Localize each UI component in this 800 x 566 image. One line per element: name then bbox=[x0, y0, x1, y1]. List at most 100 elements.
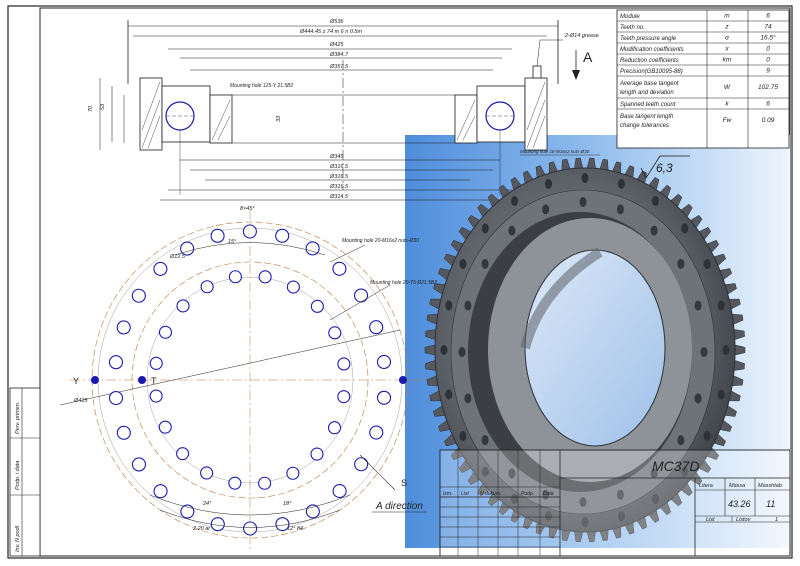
inner-hole bbox=[286, 466, 300, 480]
svg-text:15°: 15° bbox=[228, 239, 237, 245]
ring-hole-outer bbox=[717, 300, 725, 311]
param-value: 6 bbox=[766, 13, 770, 20]
point-s-label: S bbox=[401, 478, 407, 488]
sheets-count: 1 bbox=[775, 517, 778, 523]
col-header-litera: Litera bbox=[699, 483, 713, 489]
svg-text:8×45°: 8×45° bbox=[240, 206, 255, 212]
inner-hole bbox=[149, 356, 163, 370]
ring-hole-outer bbox=[617, 178, 625, 189]
param-name: Reduction coefficients bbox=[620, 58, 679, 64]
point-t-label: T bbox=[151, 376, 157, 386]
outer-hole bbox=[153, 484, 168, 499]
param-symbol: W bbox=[724, 84, 731, 91]
outer-hole bbox=[116, 320, 131, 335]
ring-hole-inner bbox=[694, 393, 702, 404]
outer-hole bbox=[354, 457, 369, 472]
param-symbol: α bbox=[725, 35, 729, 42]
ring-hole-outer bbox=[481, 223, 489, 234]
drawing-sheet: Ø536 Ø444.45 z 74 m 6 n 0.5m Ø425 Ø384.7… bbox=[7, 5, 793, 559]
point-t-marker bbox=[138, 376, 146, 384]
point-y-label: Y bbox=[73, 376, 79, 386]
svg-text:2.20 ar: 2.20 ar bbox=[192, 526, 211, 532]
outer-hole bbox=[210, 228, 225, 243]
param-name: Spanned teeth count bbox=[620, 102, 676, 108]
outer-hole bbox=[153, 261, 168, 276]
ring-hole-inner bbox=[464, 393, 472, 404]
ring-hole-inner bbox=[616, 204, 624, 215]
ring-hole-inner bbox=[542, 204, 550, 215]
svg-text:24°: 24° bbox=[202, 501, 212, 507]
parameter-table: Module m 6Teeth no. z 74Teeth pressure angle… bbox=[616, 9, 790, 149]
svg-text:Ø415: Ø415 bbox=[73, 398, 88, 404]
svg-text:53: 53 bbox=[100, 103, 106, 110]
plan-view bbox=[59, 210, 430, 550]
ring-hole-inner bbox=[650, 225, 658, 236]
rev-header-ndokum: N dokum. bbox=[480, 491, 501, 497]
outer-hole bbox=[108, 390, 124, 406]
ring-hole-outer bbox=[722, 345, 730, 355]
param-value: 6 bbox=[766, 101, 770, 108]
param-name: Teeth pressure angle bbox=[620, 36, 677, 42]
inner-hole bbox=[228, 476, 242, 490]
ring-hole-inner bbox=[579, 197, 587, 207]
param-name-cont: change tolerances bbox=[620, 123, 669, 129]
rev-header-podp: Podp. bbox=[521, 491, 534, 497]
ring-hole-outer bbox=[511, 196, 518, 207]
inner-hole bbox=[337, 390, 351, 404]
param-name: Base tangent length bbox=[620, 114, 674, 120]
inner-hole bbox=[286, 280, 300, 294]
ring-hole-inner bbox=[481, 435, 489, 446]
outer-hole bbox=[332, 484, 347, 499]
outer-hole bbox=[369, 320, 384, 335]
param-symbol: km bbox=[723, 57, 732, 64]
ring-hole-outer bbox=[545, 178, 553, 189]
outer-hole bbox=[332, 261, 347, 276]
inner-hole bbox=[310, 447, 324, 461]
outer-hole bbox=[305, 241, 320, 256]
outer-hole bbox=[369, 425, 384, 440]
ring-hole-inner bbox=[464, 300, 472, 311]
outer-hole bbox=[131, 288, 146, 303]
inner-hole bbox=[228, 270, 242, 284]
svg-text:Ø314.5: Ø314.5 bbox=[329, 194, 349, 200]
point-s-marker bbox=[399, 376, 407, 384]
svg-text:A direction: A direction bbox=[375, 501, 423, 512]
param-value: 16.5° bbox=[760, 34, 776, 42]
ring-hole-outer bbox=[459, 259, 467, 269]
col-header-massa: Massa bbox=[729, 483, 745, 489]
view-arrow-a: A bbox=[572, 49, 593, 80]
inner-hole bbox=[310, 299, 324, 313]
param-name-cont: length and deviation bbox=[620, 90, 674, 96]
svg-text:33: 33 bbox=[276, 115, 282, 122]
outer-hole bbox=[108, 355, 124, 370]
title-block: MC37D Litera Massa Masshtab 43.26 11 Lis… bbox=[439, 449, 791, 557]
inner-hole bbox=[158, 325, 173, 339]
ring-hole-outer bbox=[703, 259, 711, 269]
param-name: Module bbox=[620, 14, 640, 20]
param-value: 0 bbox=[766, 57, 770, 64]
svg-text:Ø444.45 z 74 m 6 n 0.5m: Ø444.45 z 74 m 6 n 0.5m bbox=[299, 29, 362, 35]
ring-hole-outer bbox=[717, 389, 725, 400]
svg-text:6,3: 6,3 bbox=[656, 161, 673, 175]
inner-hole bbox=[200, 280, 214, 294]
rev-header-izm: Izm. bbox=[443, 491, 452, 497]
ring-hole-outer bbox=[652, 196, 659, 207]
mounting-holes-label-1: Mounting hole 20-M16x2 nuts-Ø30 bbox=[342, 238, 419, 244]
inner-hole bbox=[176, 299, 190, 313]
mounting-right-label: Mounting hole 18-M16x2 nuts-Ø30 bbox=[520, 149, 590, 154]
ring-hole-inner bbox=[677, 435, 685, 446]
ring-hole-outer bbox=[703, 431, 711, 441]
param-value: 74 bbox=[764, 24, 772, 31]
svg-text:Ø536: Ø536 bbox=[329, 19, 344, 25]
svg-text:A: A bbox=[583, 49, 593, 65]
outer-hole bbox=[353, 288, 369, 303]
inner-hole bbox=[200, 466, 214, 480]
grease-label: 2-Ø14 grease bbox=[564, 33, 599, 39]
ring-hole-outer bbox=[459, 431, 467, 441]
ring-hole-outer bbox=[581, 173, 589, 183]
param-value: 9 bbox=[766, 68, 770, 75]
outer-hole bbox=[131, 457, 147, 472]
param-name: Average base tangent bbox=[619, 81, 679, 87]
sheets-label: Listov bbox=[736, 517, 752, 523]
param-value: 0 bbox=[766, 46, 770, 53]
